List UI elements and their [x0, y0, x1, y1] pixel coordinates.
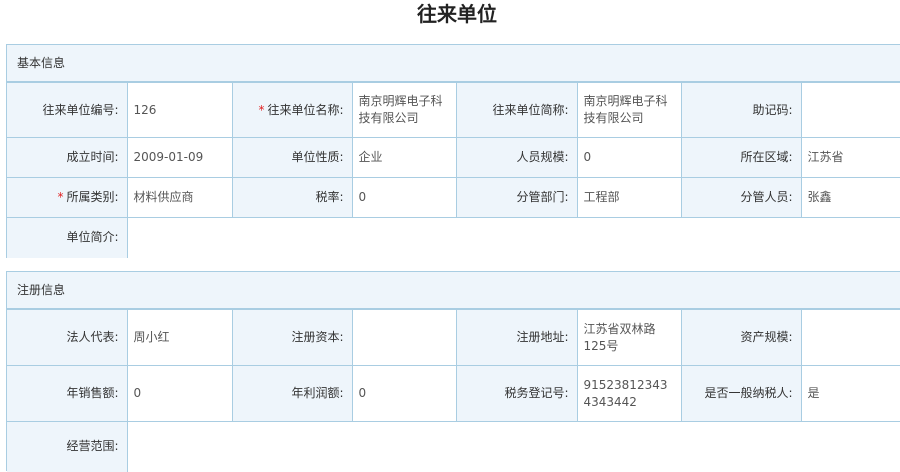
- capital-label: 注册资本:: [231, 309, 353, 366]
- legal-rep-value: 周小红: [126, 309, 233, 366]
- intro-label: 单位简介:: [7, 217, 128, 258]
- short-name-label: 往来单位简称:: [455, 82, 578, 138]
- code-value: 126: [126, 82, 233, 138]
- general-taxpayer-label: 是否一般纳税人:: [680, 365, 802, 422]
- dept-value: 工程部: [576, 177, 682, 218]
- asset-size-label: 资产规模:: [680, 309, 802, 366]
- table-row: 单位简介:: [7, 217, 900, 258]
- manager-value: 张鑫: [800, 177, 900, 218]
- registration-info-section: 注册信息 法人代表: 周小红 注册资本: 注册地址: 江苏省双林路125号 资产…: [6, 271, 900, 472]
- registration-info-header: 注册信息: [7, 272, 900, 309]
- category-value: 材料供应商: [126, 177, 233, 218]
- legal-rep-label: 法人代表:: [7, 309, 128, 366]
- dept-label: 分管部门:: [455, 177, 578, 218]
- mnemonic-label: 助记码:: [680, 82, 802, 138]
- annual-profit-value: 0: [351, 365, 457, 422]
- table-row: 年销售额: 0 年利润额: 0 税务登记号: 91523812343434344…: [7, 365, 900, 422]
- name-label-cell: * 往来单位名称:: [231, 82, 353, 138]
- short-name-value: 南京明辉电子科技有限公司: [576, 82, 682, 138]
- business-scope-label: 经营范围:: [7, 421, 128, 472]
- tax-rate-label: 税率:: [231, 177, 353, 218]
- business-scope-value: [126, 421, 900, 472]
- table-row: * 所属类别: 材料供应商 税率: 0 分管部门: 工程部 分管人员: 张鑫: [7, 177, 900, 218]
- address-value: 江苏省双林路125号: [576, 309, 682, 366]
- annual-profit-label: 年利润额:: [231, 365, 353, 422]
- table-row: 往来单位编号: 126 * 往来单位名称: 南京明辉电子科技有限公司 往来单位简称…: [7, 82, 900, 138]
- name-label: 往来单位名称:: [267, 102, 344, 117]
- staff-size-value: 0: [576, 137, 682, 178]
- name-value: 南京明辉电子科技有限公司: [351, 82, 457, 138]
- mnemonic-value: [800, 82, 900, 138]
- nature-value: 企业: [351, 137, 457, 178]
- founded-value: 2009-01-09: [126, 137, 233, 178]
- basic-info-section: 基本信息 往来单位编号: 126 * 往来单位名称: 南京明辉电子科技有限公司 往…: [6, 44, 900, 258]
- table-row: 法人代表: 周小红 注册资本: 注册地址: 江苏省双林路125号 资产规模:: [7, 309, 900, 366]
- registration-info-table: 法人代表: 周小红 注册资本: 注册地址: 江苏省双林路125号 资产规模: 年…: [7, 309, 900, 472]
- page-title: 往来单位: [417, 2, 497, 26]
- category-label-cell: * 所属类别:: [7, 177, 128, 218]
- capital-value: [351, 309, 457, 366]
- tax-reg-no-value: 915238123434343442: [576, 365, 682, 422]
- region-label: 所在区域:: [680, 137, 802, 178]
- annual-sales-label: 年销售额:: [7, 365, 128, 422]
- general-taxpayer-value: 是: [800, 365, 900, 422]
- staff-size-label: 人员规模:: [455, 137, 578, 178]
- founded-label: 成立时间:: [7, 137, 128, 178]
- region-value: 江苏省: [800, 137, 900, 178]
- address-label: 注册地址:: [455, 309, 578, 366]
- required-mark: *: [258, 102, 265, 117]
- annual-sales-value: 0: [126, 365, 233, 422]
- intro-value: [126, 217, 900, 258]
- nature-label: 单位性质:: [231, 137, 353, 178]
- code-label: 往来单位编号:: [7, 82, 128, 138]
- table-row: 经营范围:: [7, 421, 900, 472]
- basic-info-table: 往来单位编号: 126 * 往来单位名称: 南京明辉电子科技有限公司 往来单位简称…: [7, 82, 900, 258]
- tax-reg-no-label: 税务登记号:: [455, 365, 578, 422]
- asset-size-value: [800, 309, 900, 366]
- manager-label: 分管人员:: [680, 177, 802, 218]
- required-mark: *: [57, 190, 64, 204]
- tax-rate-value: 0: [351, 177, 457, 218]
- table-row: 成立时间: 2009-01-09 单位性质: 企业 人员规模: 0 所在区域: …: [7, 137, 900, 178]
- category-label: 所属类别:: [66, 190, 119, 204]
- basic-info-header: 基本信息: [7, 45, 900, 82]
